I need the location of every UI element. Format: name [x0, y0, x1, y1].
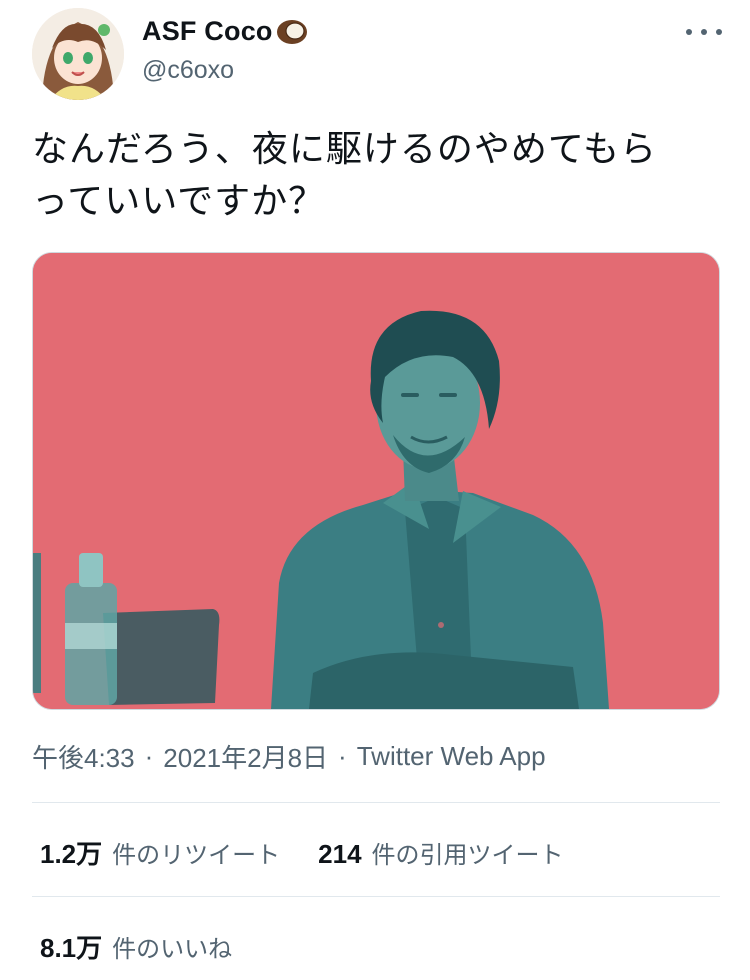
quote-stat[interactable]: 214 件の引用ツイート — [318, 835, 563, 870]
tweet-date[interactable]: 2021年2月8日 — [163, 738, 328, 775]
tweet-text-line-2: っていいですか？ — [32, 181, 326, 222]
avatar[interactable] — [32, 8, 124, 100]
likes-stats-row: 8.1万 件のいいね — [40, 928, 270, 965]
coconut-icon — [276, 19, 307, 44]
like-label: 件のいいね — [112, 935, 233, 963]
tweet-header: ASF Coco @c6oxo — [32, 8, 722, 100]
tweet-photo[interactable] — [32, 252, 720, 710]
photo-duotone-image — [33, 253, 719, 709]
display-name[interactable]: ASF Coco — [142, 16, 273, 47]
retweet-count: 1.2万 — [40, 839, 103, 869]
author-name-row[interactable]: ASF Coco — [142, 16, 309, 47]
anime-avatar-icon — [32, 8, 124, 100]
quote-count: 214 — [318, 839, 362, 869]
author-handle[interactable]: @c6oxo — [142, 56, 234, 85]
like-stat[interactable]: 8.1万 件のいいね — [40, 928, 232, 965]
divider — [32, 896, 720, 897]
tweet-text: なんだろう、夜に駆けるのやめてもら っていいですか？ — [32, 124, 722, 228]
like-count: 8.1万 — [40, 933, 103, 963]
quote-label: 件の引用ツイート — [371, 841, 564, 869]
retweet-stat[interactable]: 1.2万 件のリツイート — [40, 834, 280, 871]
engagement-stats-row: 1.2万 件のリツイート 214 件の引用ツイート — [40, 834, 602, 871]
more-options-icon[interactable] — [686, 20, 722, 44]
divider — [32, 802, 720, 803]
tweet-text-line-1: なんだろう、夜に駆けるのやめてもら — [32, 129, 658, 170]
tweet-source[interactable]: Twitter Web App — [357, 741, 546, 772]
retweet-label: 件のリツイート — [112, 841, 281, 869]
tweet-metadata: 午後4:33 · 2021年2月8日 · Twitter Web App — [32, 738, 546, 775]
tweet-time[interactable]: 午後4:33 — [32, 738, 135, 775]
meta-separator: · — [338, 741, 347, 771]
meta-separator: · — [144, 741, 154, 771]
